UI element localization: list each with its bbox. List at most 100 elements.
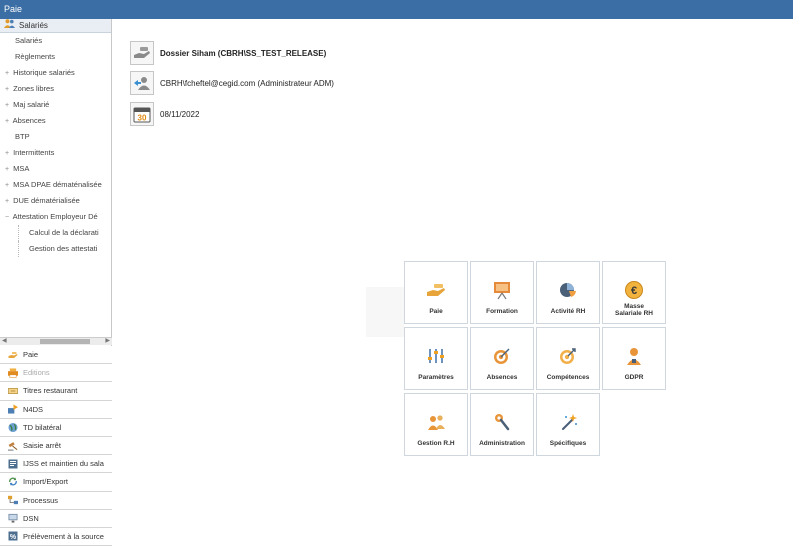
- tree-item-label: Intermittents: [13, 148, 55, 157]
- module-item[interactable]: Saisie arrêt: [0, 436, 112, 456]
- tree-item-label: MSA: [13, 164, 30, 173]
- module-item[interactable]: % Prélèvement à la source: [0, 527, 112, 546]
- tax-icon: %: [8, 531, 18, 541]
- expand-icon[interactable]: +: [3, 82, 11, 97]
- expand-icon[interactable]: +: [3, 98, 11, 113]
- tree-item[interactable]: + Maj salarié: [0, 97, 111, 113]
- magic-wand-icon: [558, 412, 578, 432]
- presentation-board-icon: [492, 280, 512, 300]
- arrows-cycle-icon: [8, 477, 18, 487]
- tile-target-arrow[interactable]: Compétences: [536, 327, 600, 390]
- tile-pie-chart[interactable]: Activité RH: [536, 261, 600, 324]
- tile-target[interactable]: Absences: [470, 327, 534, 390]
- expand-icon[interactable]: +: [3, 194, 11, 209]
- euro-coin-icon: €: [624, 280, 644, 300]
- tile-label: Absences: [486, 374, 518, 381]
- tree-item[interactable]: + DUE dématérialisée: [0, 193, 111, 209]
- tree-item[interactable]: − Attestation Employeur Dé: [0, 209, 111, 225]
- window-title: Paie: [4, 4, 23, 14]
- expand-icon[interactable]: +: [3, 162, 11, 177]
- tile-label: Spécifiques: [549, 440, 587, 447]
- module-item-label: Import/Export: [23, 477, 69, 487]
- tree-item-label: Attestation Employeur Dé: [12, 212, 98, 221]
- tile-sliders[interactable]: Paramètres: [404, 327, 468, 390]
- tree-item[interactable]: Gestion des attestati: [0, 241, 111, 257]
- tile-user-shield[interactable]: GDPR: [602, 327, 666, 390]
- tile-presentation-board[interactable]: Formation: [470, 261, 534, 324]
- module-item-label: Titres restaurant: [23, 386, 78, 396]
- expand-icon[interactable]: +: [3, 146, 11, 161]
- tree-item[interactable]: BTP: [0, 129, 111, 145]
- tree-item[interactable]: + MSA: [0, 161, 111, 177]
- tile-users[interactable]: Gestion R.H: [404, 393, 468, 456]
- background-panel: [366, 287, 404, 337]
- window-title-bar: Paie: [0, 0, 793, 19]
- tree-connector: [18, 225, 19, 241]
- tree-item[interactable]: + Historique salariés: [0, 65, 111, 81]
- n4ds-icon: [8, 404, 18, 414]
- sliders-icon: [426, 346, 446, 366]
- expand-icon[interactable]: +: [3, 66, 11, 81]
- tree-item[interactable]: Règlements: [0, 49, 111, 65]
- tree-item-label: Maj salarié: [13, 100, 50, 109]
- tile-label: Compétences: [546, 374, 590, 381]
- printer-icon: [8, 368, 18, 378]
- horizontal-scrollbar[interactable]: ◀ ▶: [0, 337, 112, 345]
- tile-label: Administration: [479, 440, 525, 447]
- process-icon: [8, 495, 18, 505]
- tile-label: Gestion R.H: [417, 440, 455, 447]
- tile-wrench[interactable]: Administration: [470, 393, 534, 456]
- wrench-icon: [492, 412, 512, 432]
- module-item-label: Paie: [23, 350, 39, 360]
- date-row: 30 08/11/2022: [130, 102, 199, 126]
- module-item-label: Editions: [23, 368, 50, 378]
- module-item[interactable]: N4DS: [0, 400, 112, 419]
- tile-label: Paramètres: [418, 374, 454, 381]
- target-icon: [492, 346, 512, 366]
- module-item-label: Saisie arrêt: [23, 441, 61, 451]
- expand-icon[interactable]: +: [3, 114, 11, 129]
- module-item[interactable]: Import/Export: [0, 473, 112, 492]
- module-item[interactable]: Paie: [0, 346, 112, 365]
- date-label: 08/11/2022: [160, 109, 200, 119]
- dossier-row: Dossier Siham (CBRH\SS_TEST_RELEASE): [130, 41, 326, 65]
- module-item[interactable]: TD bilatéral: [0, 418, 112, 437]
- sidebar: Salariés Salariés Règlements + Historique …: [0, 18, 112, 546]
- sidebar-section-header[interactable]: Salariés: [0, 18, 111, 33]
- tile-euro-coin[interactable]: € Masse Salariale RH: [602, 261, 666, 324]
- tree-item[interactable]: Calcul de la déclarati: [0, 225, 111, 241]
- expand-icon[interactable]: +: [3, 178, 11, 193]
- tile-magic-wand[interactable]: Spécifiques: [536, 393, 600, 456]
- tree-item[interactable]: + Intermittents: [0, 145, 111, 161]
- main-panel: Dossier Siham (CBRH\SS_TEST_RELEASE) CBR…: [113, 19, 793, 546]
- sidebar-section-title: Salariés: [19, 20, 48, 30]
- module-item[interactable]: Editions: [0, 364, 112, 383]
- module-item[interactable]: Titres restaurant: [0, 382, 112, 401]
- tile-label: Masse Salariale RH: [615, 303, 653, 317]
- module-item-label: TD bilatéral: [23, 422, 62, 432]
- module-tiles-grid: Paie Formation Activité RH € Masse Salariale …: [404, 261, 668, 459]
- tile-hand-coin[interactable]: Paie: [404, 261, 468, 324]
- target-arrow-icon: [558, 346, 578, 366]
- collapse-icon[interactable]: −: [3, 210, 11, 225]
- module-list: Paie Editions Titres restaurant N4DS TD bila…: [0, 346, 112, 546]
- calendar-day: 30: [138, 114, 147, 123]
- users-icon: [426, 412, 446, 432]
- users-icon: [4, 18, 15, 33]
- module-item[interactable]: DSN: [0, 509, 112, 528]
- scrollbar-thumb[interactable]: [40, 339, 90, 344]
- tree-item[interactable]: + MSA DPAE dématénalisée: [0, 177, 111, 193]
- tree-item[interactable]: + Zones libres: [0, 81, 111, 97]
- scroll-left-icon[interactable]: ◀: [2, 337, 7, 344]
- tree-item-label: BTP: [15, 132, 30, 141]
- module-item[interactable]: IJSS et maintien du sala: [0, 455, 112, 474]
- scroll-right-icon[interactable]: ▶: [105, 337, 110, 344]
- document-icon: [8, 459, 18, 469]
- tree-item[interactable]: Salariés: [0, 33, 111, 49]
- tree-item-label: Salariés: [15, 36, 43, 45]
- tile-label: GDPR: [624, 374, 644, 381]
- module-item-label: Processus: [23, 495, 59, 505]
- tree-item[interactable]: + Absences: [0, 113, 111, 129]
- ticket-icon: [8, 386, 18, 396]
- module-item[interactable]: Processus: [0, 491, 112, 510]
